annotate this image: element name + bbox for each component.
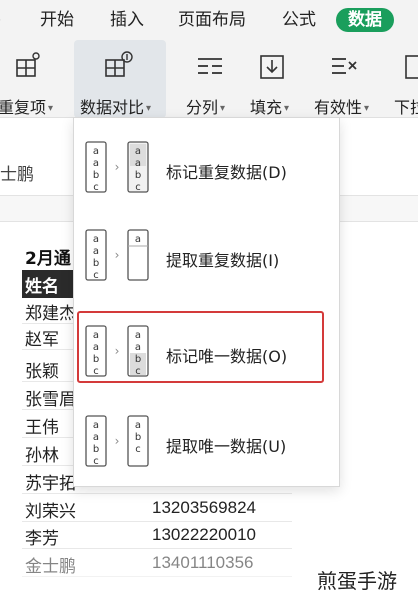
tab-formulas[interactable]: 公式 bbox=[282, 8, 316, 32]
svg-text:a: a bbox=[93, 146, 99, 157]
compare-icon bbox=[105, 51, 133, 77]
svg-text:a: a bbox=[135, 420, 141, 431]
svg-text:c: c bbox=[93, 270, 99, 281]
svg-text:a: a bbox=[93, 246, 99, 257]
svg-text:a: a bbox=[93, 432, 99, 443]
svg-text:b: b bbox=[93, 258, 99, 269]
svg-text:c: c bbox=[93, 456, 99, 467]
name-cell: 苏宇拓 bbox=[25, 474, 76, 494]
validation-button[interactable]: 有效性 ▾ bbox=[312, 40, 382, 118]
name-cell: 孙林 bbox=[25, 446, 59, 466]
svg-text:c: c bbox=[135, 182, 141, 193]
svg-text:a: a bbox=[135, 234, 141, 245]
svg-text:a: a bbox=[93, 234, 99, 245]
table-row[interactable]: 刘荣兴 13203569824 bbox=[22, 496, 292, 522]
chevron-down-icon: ▾ bbox=[146, 103, 152, 114]
split-column-label: 分列 bbox=[186, 98, 219, 117]
chevron-down-icon: ▾ bbox=[284, 103, 290, 114]
header-cell-name: 姓名 bbox=[25, 277, 59, 297]
svg-text:b: b bbox=[135, 170, 141, 181]
name-cell: 郑建杰 bbox=[25, 304, 76, 324]
cell-reference[interactable]: 士鹏 bbox=[0, 160, 34, 185]
svg-text:b: b bbox=[93, 444, 99, 455]
menu-item-extract-duplicate[interactable]: a a b c › a 提取重复数据(I) bbox=[74, 214, 339, 294]
chevron-down-icon: ▾ bbox=[364, 103, 370, 114]
svg-text:›: › bbox=[115, 160, 120, 174]
table-row[interactable]: 金士鹏 13401110356 bbox=[22, 551, 292, 577]
ribbon-toolbar: 重复项 ▾ 数据对比 ▾ 分列 ▾ 填充 ▾ 有效性 ▾ 下 bbox=[0, 40, 418, 118]
svg-text:c: c bbox=[93, 182, 99, 193]
svg-text:a: a bbox=[135, 158, 141, 169]
ribbon-tabbar: 牛 开始 插入 页面布局 公式 数据 bbox=[0, 0, 418, 40]
svg-text:b: b bbox=[93, 170, 99, 181]
svg-text:b: b bbox=[135, 432, 141, 443]
watermark-text: 煎蛋手游 bbox=[317, 569, 397, 593]
dropdown-list-icon bbox=[405, 55, 418, 79]
dropdown-list-button[interactable]: 下拉 bbox=[390, 40, 418, 118]
extract-duplicate-icon: a a b c › a bbox=[85, 229, 149, 281]
extract-unique-icon: a a b c › a b c bbox=[85, 415, 149, 467]
phone-cell: 13203569824 bbox=[152, 498, 257, 517]
compare-data-label: 数据对比 bbox=[80, 98, 145, 117]
phone-cell: 13401110356 bbox=[152, 553, 254, 572]
validation-icon bbox=[332, 58, 357, 74]
compare-data-dropdown: a a b c › a a b c 标记重复数据(D) a a b c › a … bbox=[73, 117, 340, 487]
validation-label: 有效性 bbox=[314, 98, 363, 117]
tab-data[interactable]: 数据 bbox=[336, 8, 394, 32]
name-cell: 刘荣兴 bbox=[25, 502, 76, 522]
svg-text:›: › bbox=[115, 248, 120, 262]
chevron-down-icon: ▾ bbox=[220, 103, 226, 114]
svg-text:a: a bbox=[93, 158, 99, 169]
name-cell: 李芳 bbox=[25, 529, 59, 549]
chevron-down-icon: ▾ bbox=[48, 103, 54, 114]
phone-cell: 13022220010 bbox=[152, 525, 257, 544]
tab-home[interactable]: 开始 bbox=[40, 8, 74, 32]
menu-item-label: 提取重复数据(I) bbox=[166, 251, 280, 270]
duplicate-icon bbox=[16, 52, 40, 77]
fill-label: 填充 bbox=[250, 98, 283, 117]
name-cell: 金士鹏 bbox=[25, 557, 76, 577]
mark-duplicate-icon: a a b c › a a b c bbox=[85, 141, 149, 193]
menu-item-label: 标记重复数据(D) bbox=[166, 163, 287, 182]
svg-text:›: › bbox=[115, 434, 120, 448]
highlight-annotation-box bbox=[77, 311, 324, 383]
name-cell: 张雪眉 bbox=[25, 390, 76, 410]
dropdown-list-label: 下拉 bbox=[394, 98, 418, 117]
name-cell: 赵军 bbox=[25, 330, 59, 350]
tab-insert[interactable]: 插入 bbox=[110, 8, 144, 32]
menu-item-mark-duplicate[interactable]: a a b c › a a b c 标记重复数据(D) bbox=[74, 126, 339, 206]
name-cell: 张颖 bbox=[25, 362, 59, 382]
menu-item-label: 提取唯一数据(U) bbox=[166, 437, 287, 456]
name-cell: 王伟 bbox=[25, 418, 59, 438]
split-column-button[interactable]: 分列 ▾ bbox=[182, 40, 242, 118]
svg-text:a: a bbox=[135, 146, 141, 157]
fill-button[interactable]: 填充 ▾ bbox=[246, 40, 306, 118]
fill-icon bbox=[260, 55, 284, 79]
svg-text:c: c bbox=[135, 444, 141, 455]
duplicates-label: 重复项 bbox=[0, 98, 47, 117]
svg-text:a: a bbox=[93, 420, 99, 431]
tab-partial[interactable]: 牛 bbox=[0, 8, 1, 32]
table-row[interactable]: 李芳 13022220010 bbox=[22, 523, 292, 549]
tab-page-layout[interactable]: 页面布局 bbox=[178, 8, 246, 32]
menu-item-extract-unique[interactable]: a a b c › a b c 提取唯一数据(U) bbox=[74, 400, 339, 480]
compare-data-button[interactable]: 数据对比 ▾ bbox=[74, 40, 166, 118]
sheet-title: 2月通 bbox=[25, 249, 71, 269]
duplicates-button[interactable]: 重复项 ▾ bbox=[0, 40, 68, 118]
split-column-icon bbox=[198, 58, 222, 74]
